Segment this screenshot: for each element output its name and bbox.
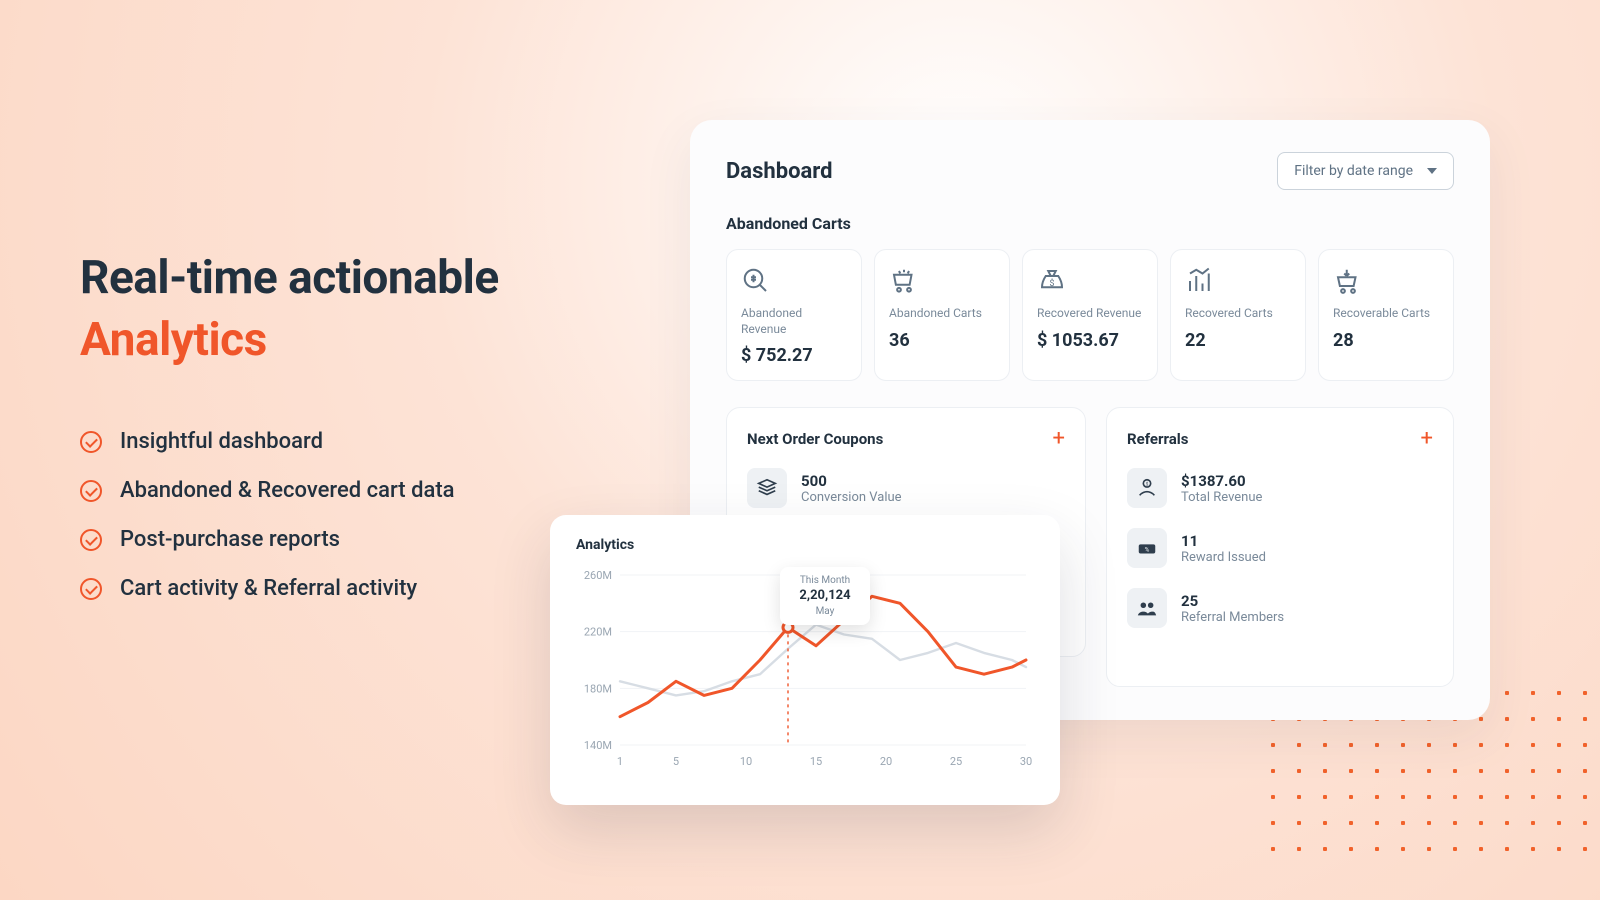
coupon-value: 500: [801, 472, 902, 490]
referral-label: Total Revenue: [1181, 490, 1262, 505]
check-icon: [80, 529, 102, 551]
svg-text:$: $: [1146, 480, 1149, 487]
referral-reward-row: % 11 Reward Issued: [1127, 528, 1433, 568]
check-icon: [80, 431, 102, 453]
stat-label: Recovered Carts: [1185, 306, 1291, 322]
svg-text:260M: 260M: [584, 569, 612, 582]
referral-members-row: 25 Referral Members: [1127, 588, 1433, 628]
coupon-label: Conversion Value: [801, 490, 902, 505]
analytics-card: Analytics 260M220M180M140M151015202530 T…: [550, 515, 1060, 805]
stat-recovered-carts[interactable]: Recovered Carts 22: [1170, 249, 1306, 381]
stat-value: $ 1053.67: [1037, 330, 1143, 351]
svg-text:5: 5: [673, 755, 679, 768]
referrals-panel: Referrals + $ $1387.60 Total Revenue % 1…: [1106, 407, 1454, 687]
filter-label: Filter by date range: [1294, 163, 1413, 179]
add-referral-button[interactable]: +: [1421, 428, 1433, 450]
money-bag-icon: $: [1037, 266, 1143, 296]
dashboard-title: Dashboard: [726, 159, 833, 184]
tooltip-caption: This Month: [794, 575, 856, 586]
headline-line2: Analytics: [80, 312, 640, 370]
feature-text: Post-purchase reports: [120, 527, 340, 552]
analytics-chart[interactable]: 260M220M180M140M151015202530 This Month …: [576, 563, 1034, 773]
coupons-title: Next Order Coupons: [747, 430, 883, 448]
svg-text:180M: 180M: [584, 682, 612, 695]
tooltip-sub: May: [794, 606, 856, 617]
referral-revenue-row: $ $1387.60 Total Revenue: [1127, 468, 1433, 508]
stat-recoverable-carts[interactable]: Recoverable Carts 28: [1318, 249, 1454, 381]
feature-text: Abandoned & Recovered cart data: [120, 478, 455, 503]
stat-recovered-revenue[interactable]: $ Recovered Revenue $ 1053.67: [1022, 249, 1158, 381]
stat-value: 22: [1185, 330, 1291, 351]
feature-item: Abandoned & Recovered cart data: [80, 478, 640, 503]
coupon-conversion-row: 500 Conversion Value: [747, 468, 1065, 508]
referrals-title: Referrals: [1127, 430, 1188, 448]
referral-value: $1387.60: [1181, 472, 1262, 490]
check-icon: [80, 578, 102, 600]
stat-label: Abandoned Carts: [889, 306, 995, 322]
cart-spark-icon: [889, 266, 995, 296]
analytics-title: Analytics: [576, 537, 1034, 553]
referral-label: Reward Issued: [1181, 550, 1266, 565]
users-icon: [1127, 588, 1167, 628]
stat-label: Recovered Revenue: [1037, 306, 1143, 322]
ticket-percent-icon: %: [1127, 528, 1167, 568]
stat-value: $ 752.27: [741, 345, 847, 366]
stat-abandoned-carts[interactable]: Abandoned Carts 36: [874, 249, 1010, 381]
feature-text: Cart activity & Referral activity: [120, 576, 417, 601]
layers-icon: [747, 468, 787, 508]
magnifier-dollar-icon: [741, 266, 847, 296]
svg-text:140M: 140M: [584, 739, 612, 752]
chart-tooltip: This Month 2,20,124 May: [780, 567, 870, 625]
stat-label: Recoverable Carts: [1333, 306, 1439, 322]
stat-value: 36: [889, 330, 995, 351]
referral-label: Referral Members: [1181, 610, 1284, 625]
filter-date-range-dropdown[interactable]: Filter by date range: [1277, 152, 1454, 190]
referral-value: 25: [1181, 592, 1284, 610]
tooltip-value: 2,20,124: [794, 588, 856, 604]
svg-text:10: 10: [740, 755, 752, 768]
cart-download-icon: [1333, 266, 1439, 296]
check-icon: [80, 480, 102, 502]
svg-text:20: 20: [880, 755, 892, 768]
add-coupon-button[interactable]: +: [1053, 428, 1065, 450]
stat-value: 28: [1333, 330, 1439, 351]
referral-value: 11: [1181, 532, 1266, 550]
hand-dollar-icon: $: [1127, 468, 1167, 508]
svg-text:%: %: [1145, 546, 1150, 554]
svg-text:$: $: [1050, 278, 1055, 289]
bar-chart-up-icon: [1185, 266, 1291, 296]
svg-text:25: 25: [950, 755, 962, 768]
feature-text: Insightful dashboard: [120, 429, 323, 454]
svg-text:30: 30: [1020, 755, 1032, 768]
svg-text:220M: 220M: [584, 626, 612, 639]
headline: Real-time actionable Analytics: [80, 250, 640, 369]
svg-text:15: 15: [810, 755, 822, 768]
headline-line1: Real-time actionable: [80, 251, 499, 305]
feature-item: Insightful dashboard: [80, 429, 640, 454]
stat-abandoned-revenue[interactable]: Abandoned Revenue $ 752.27: [726, 249, 862, 381]
stat-label: Abandoned Revenue: [741, 306, 847, 337]
chevron-down-icon: [1427, 168, 1437, 174]
svg-text:1: 1: [617, 755, 623, 768]
abandoned-section-label: Abandoned Carts: [726, 214, 1454, 233]
stat-row: Abandoned Revenue $ 752.27 Abandoned Car…: [726, 249, 1454, 381]
